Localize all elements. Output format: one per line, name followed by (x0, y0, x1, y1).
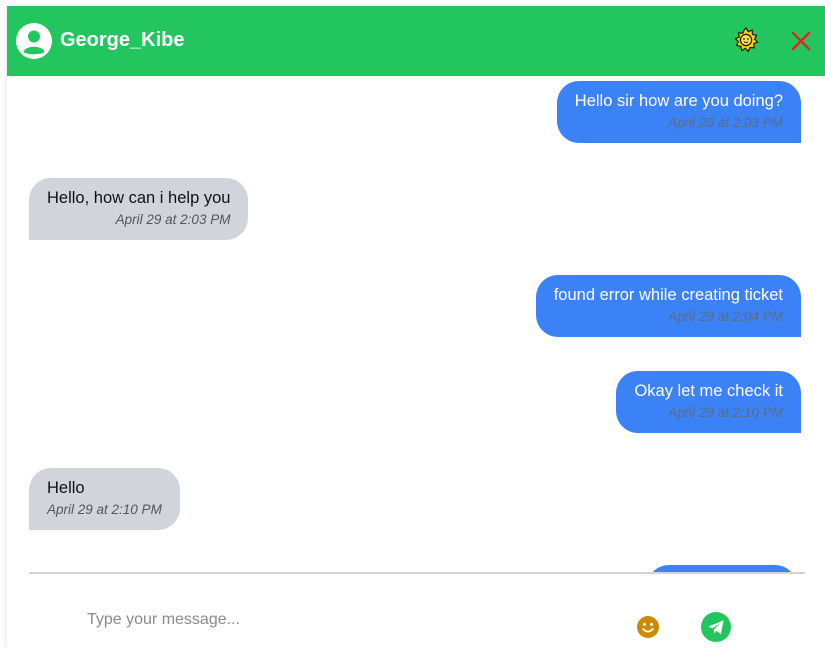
message-timestamp: April 29 at 2:10 PM (668, 405, 783, 420)
message-incoming: Hello April 29 at 2:10 PM (29, 468, 180, 530)
message-outgoing: Okay let me check it April 29 at 2:10 PM (616, 371, 801, 433)
close-icon[interactable] (790, 30, 812, 52)
user-circle-icon (16, 23, 52, 59)
message-composer (7, 574, 825, 649)
send-icon[interactable] (701, 612, 731, 642)
message-text: Hello sir how are you doing? (574, 92, 783, 110)
message-text: Hello (47, 479, 85, 497)
sun-icon[interactable] (733, 27, 759, 53)
smiley-icon[interactable] (636, 615, 660, 639)
chat-header: George_Kibe (7, 6, 825, 76)
message-incoming: Hello, how can i help you April 29 at 2:… (29, 178, 249, 240)
message-text: Okay let me check it (634, 382, 783, 400)
message-text: found error while creating ticket (553, 286, 783, 304)
message-timestamp: April 29 at 2:10 PM (47, 502, 162, 517)
message-list[interactable]: Hello sir how are you doing? April 29 at… (7, 76, 825, 572)
message-outgoing: found error while creating ticket April … (535, 275, 801, 337)
message-timestamp: April 29 at 2:03 PM (668, 115, 783, 130)
chat-window: George_Kibe Hello sir how are you doing?… (7, 6, 825, 649)
message-text: Hello, how can i help you (47, 189, 231, 207)
contact-name: George_Kibe (60, 29, 185, 51)
message-input[interactable] (75, 608, 619, 632)
message-outgoing-partial (647, 565, 797, 572)
message-outgoing: Hello sir how are you doing? April 29 at… (556, 81, 801, 143)
message-timestamp: April 29 at 2:03 PM (115, 212, 231, 227)
message-timestamp: April 29 at 2:04 PM (668, 309, 783, 324)
